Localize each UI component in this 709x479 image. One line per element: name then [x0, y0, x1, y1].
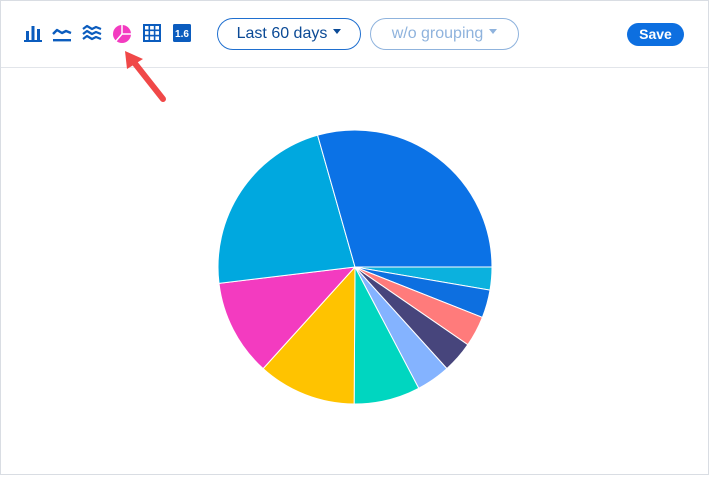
- number-icon-label: 1.6: [175, 29, 189, 40]
- save-button[interactable]: Save: [627, 23, 684, 46]
- chevron-down-icon: [489, 29, 498, 35]
- number-icon[interactable]: 1.6: [172, 23, 192, 43]
- table-icon[interactable]: [142, 23, 162, 43]
- date-range-label: Last 60 days: [236, 25, 328, 42]
- date-range-dropdown[interactable]: Last 60 days: [217, 18, 361, 50]
- pie-chart-icon[interactable]: [112, 24, 132, 44]
- pie-chart: [217, 129, 493, 405]
- chevron-down-icon: [333, 29, 342, 35]
- grouping-label: w/o grouping: [391, 25, 484, 42]
- chart-toolbar: 1.6 Last 60 days w/o grouping Save: [1, 1, 708, 68]
- bar-chart-icon[interactable]: [23, 23, 43, 43]
- chart-widget: 1.6 Last 60 days w/o grouping Save: [0, 0, 709, 475]
- chart-area: [1, 68, 708, 474]
- area-chart-icon[interactable]: [82, 23, 102, 43]
- line-chart-icon[interactable]: [52, 23, 72, 43]
- grouping-dropdown[interactable]: w/o grouping: [370, 18, 519, 50]
